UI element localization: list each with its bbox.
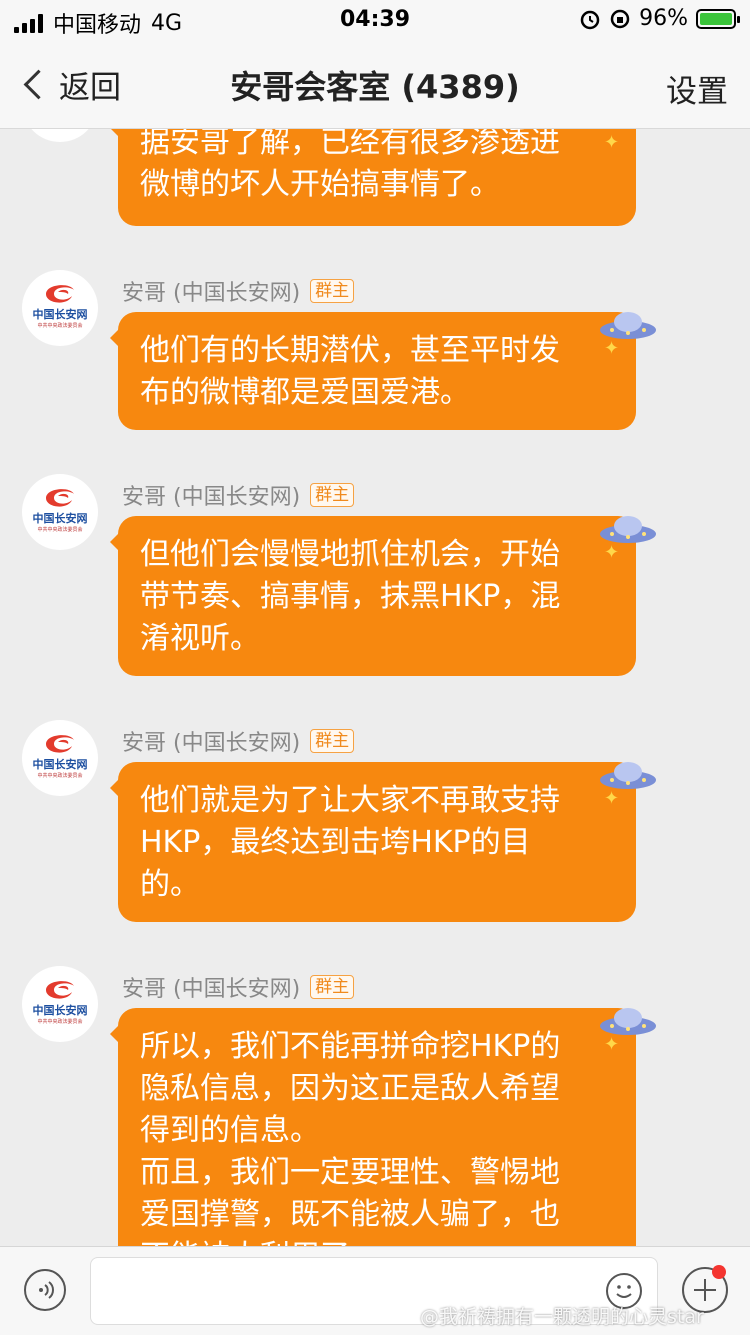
avatar-logo-subtext: 中共中央政法委员会 [37, 323, 83, 329]
orientation-lock-icon [610, 9, 630, 28]
page-title: 安哥会客室 (4389) [230, 68, 520, 106]
owner-badge: 群主 [310, 483, 355, 507]
avatar-logo-subtext: 中共中央政法委员会 [37, 1019, 83, 1025]
changan-logo-icon [46, 735, 74, 753]
sender-line: 安哥 (中国长安网) 群主 [122, 725, 355, 757]
avatar-logo-text: 中国长安网 [32, 1004, 88, 1017]
alarm-icon [580, 10, 600, 29]
sender-line: 安哥 (中国长安网) 群主 [122, 275, 355, 307]
sender-line: 安哥 (中国长安网) 群主 [122, 971, 355, 1003]
avatar-logo-text: 中国长安网 [32, 758, 88, 771]
avatar[interactable]: 中国长安网 中共中央政法委员会 [22, 966, 98, 1042]
battery-percent: 96% [639, 6, 688, 31]
notification-dot [712, 1265, 726, 1279]
avatar[interactable]: 中国长安网 中共中央政法委员会 [22, 270, 98, 346]
avatar-logo-text: 中国长安网 [32, 308, 88, 321]
changan-logo-icon [46, 489, 74, 507]
sparkle-icon: ✦ [604, 132, 620, 153]
avatar[interactable]: 中国长安网 中共中央政法委员会 [22, 720, 98, 796]
changan-logo-icon [46, 285, 74, 303]
sender-name: 安哥 (中国长安网) [122, 731, 301, 756]
sparkle-icon: ✦ [604, 1034, 620, 1055]
message-bubble[interactable]: 他们就是为了让大家不再敢支持 HKP，最终达到击垮HKP的目 的。 [110, 762, 636, 922]
watermark: @我祈祷拥有一颗透明的心灵star [420, 1306, 704, 1328]
sender-line: 安哥 (中国长安网) 群主 [122, 479, 355, 511]
owner-badge: 群主 [310, 729, 355, 753]
sparkle-icon: ✦ [604, 542, 620, 563]
status-right: 96% [579, 6, 740, 31]
owner-badge: 群主 [310, 975, 355, 999]
owner-badge: 群主 [310, 279, 355, 303]
avatar-logo-text: 中国长安网 [32, 512, 88, 525]
voice-icon [39, 1281, 54, 1299]
sender-name: 安哥 (中国长安网) [122, 281, 301, 306]
message-bubble[interactable]: 但他们会慢慢地抓住机会，开始 带节奏、搞事情，抹黑HKP，混 淆视听。 [110, 516, 636, 676]
avatar-logo-subtext: 中共中央政法委员会 [37, 527, 83, 533]
nav-bar: 返回 安哥会客室 (4389) 设置 [0, 40, 750, 129]
voice-input-button[interactable] [24, 1269, 66, 1311]
sender-name: 安哥 (中国长安网) [122, 977, 301, 1002]
battery-icon [696, 8, 740, 29]
message-bubble[interactable]: 他们有的长期潜伏，甚至平时发 布的微博都是爱国爱港。 [110, 312, 636, 430]
avatar[interactable]: 中国长安网 中共中央政法委员会 [22, 474, 98, 550]
changan-logo-icon [46, 981, 74, 999]
status-bar: 中国移动 4G 04:39 96% [0, 0, 750, 40]
sparkle-icon: ✦ [604, 338, 620, 359]
settings-button[interactable]: 设置 [666, 66, 728, 111]
avatar-logo-subtext: 中共中央政法委员会 [37, 773, 83, 779]
sender-name: 安哥 (中国长安网) [122, 485, 301, 510]
sparkle-icon: ✦ [604, 788, 620, 809]
